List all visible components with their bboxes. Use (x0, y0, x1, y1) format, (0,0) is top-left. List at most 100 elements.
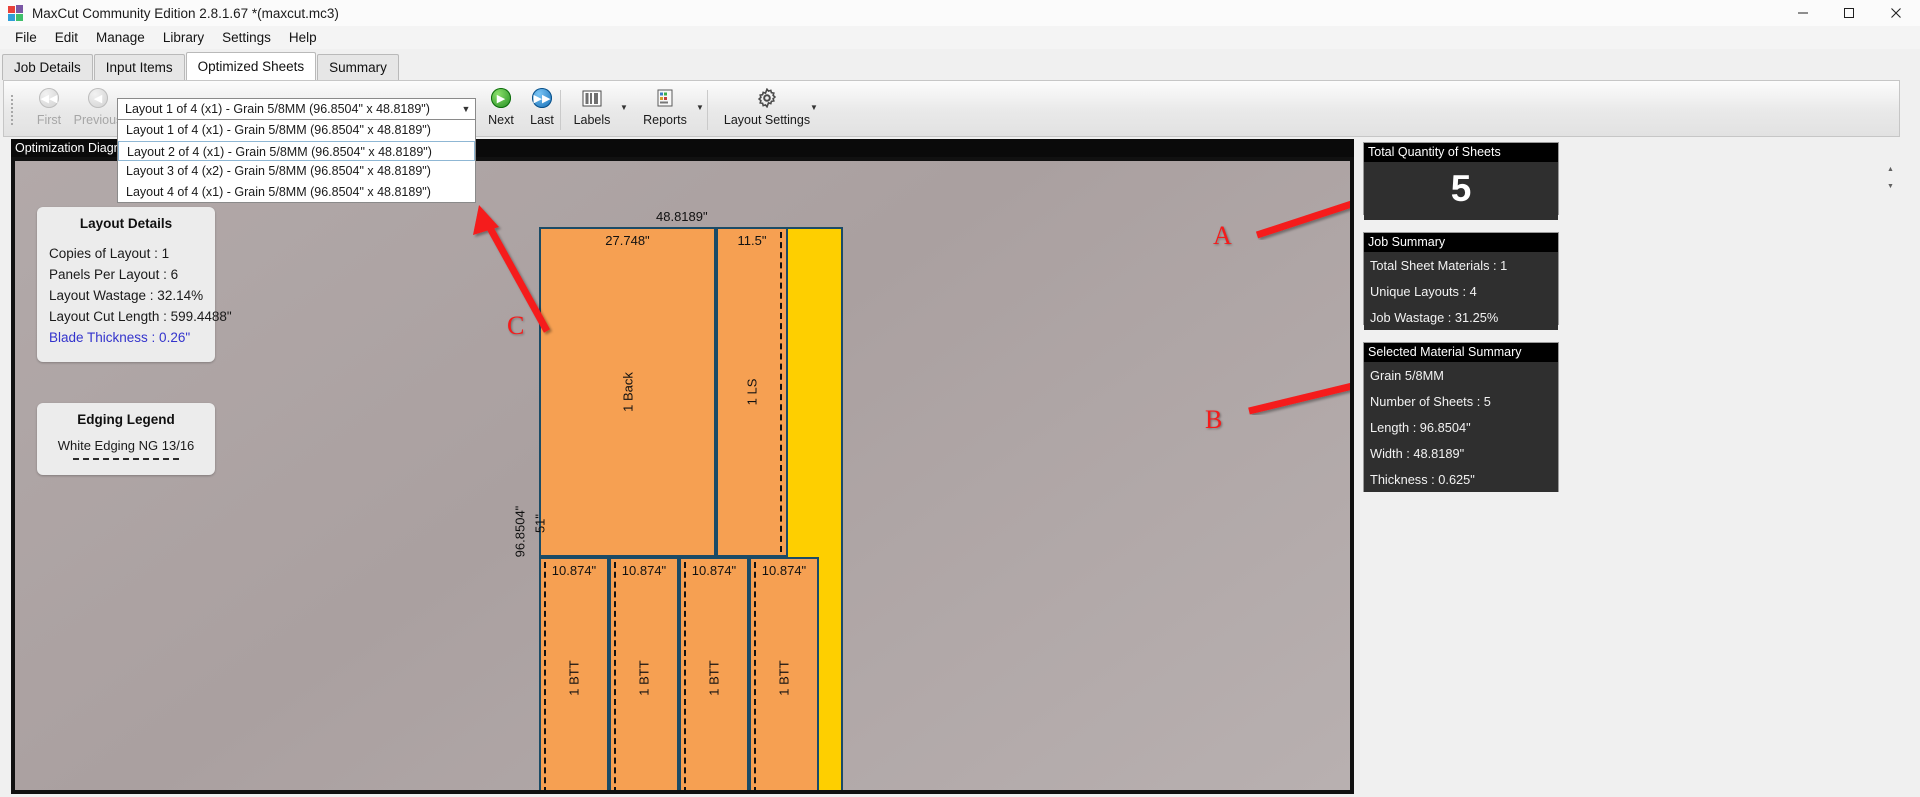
material-name-row: Grain 5/8MM (1370, 368, 1444, 383)
layout-option-4[interactable]: Layout 4 of 4 (x1) - Grain 5/8MM (96.850… (118, 182, 475, 203)
panel-2-ls[interactable]: 11.5" 1 LS (716, 227, 788, 557)
minimize-button[interactable] (1780, 0, 1826, 26)
tab-input-items[interactable]: Input Items (93, 54, 185, 80)
panel-3-dimension: 10.874" (551, 563, 597, 578)
panel-3-edging-dash-icon (544, 562, 546, 790)
first-arrow-icon: ◀◀ (39, 85, 59, 111)
close-button[interactable] (1872, 0, 1920, 26)
thickness-row: Thickness : 0.625" (1370, 472, 1475, 487)
tab-summary[interactable]: Summary (317, 54, 399, 80)
menu-bar: File Edit Manage Library Settings Help (0, 26, 1920, 49)
panel-1-name: 1 Back (620, 372, 635, 412)
total-quantity-value: 5 (1450, 168, 1472, 209)
layout-settings-dropdown-arrow-icon[interactable]: ▼ (810, 103, 818, 112)
job-wastage-row: Job Wastage : 31.25% (1370, 310, 1499, 325)
panel-5-edging-dash-icon (684, 562, 686, 790)
layout-cut-length-row: Layout Cut Length : 599.4488" (49, 309, 232, 324)
reports-label: Reports (643, 113, 687, 127)
next-label: Next (488, 113, 514, 127)
sheet-width-dimension: 48.8189" (656, 209, 708, 224)
edging-legend-item: White Edging NG 13/16 (57, 438, 195, 453)
gear-icon (757, 85, 777, 111)
material-summary-title: Selected Material Summary (1364, 343, 1558, 362)
labels-icon (582, 85, 602, 111)
last-label: Last (530, 113, 554, 127)
edging-legend-dash-icon (73, 458, 179, 460)
panel-4-name: 1 BTT (636, 659, 652, 696)
width-row: Width : 48.8189" (1370, 446, 1465, 461)
panel-5-name: 1 BTT (706, 659, 722, 696)
panel-4-btt[interactable]: 10.874" 1 BTT (609, 557, 679, 790)
last-arrow-icon: ▶▶ (532, 85, 552, 111)
menu-file[interactable]: File (6, 28, 46, 47)
layout-details-card: Layout Details Copies of Layout : 1 Pane… (37, 207, 232, 362)
maximize-button[interactable] (1826, 0, 1872, 26)
previous-label: Previous (73, 113, 123, 127)
layout-details-title: Layout Details (79, 216, 173, 231)
layout-select-value: Layout 1 of 4 (x1) - Grain 5/8MM (96.850… (125, 102, 430, 116)
menu-manage[interactable]: Manage (87, 28, 154, 47)
sheet-length-dimension: 96.8504" (512, 505, 528, 558)
material-summary-panel: Selected Material Summary Grain 5/8MM Nu… (1363, 342, 1559, 492)
labels-dropdown-arrow-icon[interactable]: ▼ (620, 103, 628, 112)
layout-option-3[interactable]: Layout 3 of 4 (x2) - Grain 5/8MM (96.850… (118, 161, 475, 182)
toolbar-grip[interactable] (11, 93, 15, 127)
total-quantity-title: Total Quantity of Sheets (1364, 143, 1558, 162)
application-window: MaxCut Community Edition 2.8.1.67 *(maxc… (0, 0, 1920, 797)
tab-strip: Job Details Input Items Optimized Sheets… (0, 49, 1920, 80)
panel-6-name: 1 BTT (776, 659, 792, 696)
job-summary-body: Total Sheet Materials : 1 Unique Layouts… (1364, 252, 1558, 330)
summary-sidebar: Total Quantity of Sheets 5 Job Summary T… (1363, 139, 1559, 794)
total-quantity-panel: Total Quantity of Sheets 5 (1363, 142, 1559, 220)
annotation-letter-a: A (1213, 221, 1232, 250)
reports-icon (656, 85, 674, 111)
edging-legend-title: Edging Legend (77, 412, 175, 427)
layout-select[interactable]: Layout 1 of 4 (x1) - Grain 5/8MM (96.850… (117, 98, 476, 120)
window-controls (1780, 0, 1920, 26)
menu-library[interactable]: Library (154, 28, 213, 47)
annotation-letter-c: C (507, 311, 525, 340)
menu-settings[interactable]: Settings (213, 28, 280, 47)
annotation-arrow-a (1255, 200, 1350, 239)
panel-6-btt[interactable]: 10.874" 1 BTT (749, 557, 819, 790)
layout-option-2[interactable]: Layout 2 of 4 (x1) - Grain 5/8MM (96.850… (118, 140, 475, 161)
panel-5-btt[interactable]: 10.874" 1 BTT (679, 557, 749, 790)
copies-of-layout-row: Copies of Layout : 1 (49, 246, 170, 261)
number-of-sheets-row: Number of Sheets : 5 (1370, 394, 1491, 409)
panel-2-dimension: 11.5" (737, 233, 767, 248)
layout-select-dropdown[interactable]: Layout 1 of 4 (x1) - Grain 5/8MM (96.850… (117, 120, 476, 203)
labels-button[interactable]: Labels (560, 85, 624, 133)
previous-arrow-icon: ◀ (88, 85, 108, 111)
panel-5-dimension: 10.874" (691, 563, 737, 578)
total-sheet-materials-row: Total Sheet Materials : 1 (1370, 258, 1508, 273)
total-quantity-body: 5 (1364, 162, 1558, 220)
title-bar: MaxCut Community Edition 2.8.1.67 *(maxc… (0, 0, 1920, 26)
menu-edit[interactable]: Edit (46, 28, 87, 47)
tab-job-details[interactable]: Job Details (2, 54, 93, 80)
length-row: Length : 96.8504" (1370, 420, 1471, 435)
layout-wastage-row: Layout Wastage : 32.14% (49, 288, 204, 303)
job-summary-panel: Job Summary Total Sheet Materials : 1 Un… (1363, 232, 1559, 330)
optimization-diagram-pane: Optimization Diagram Layout Details Copi… (11, 139, 1354, 794)
layout-settings-label: Layout Settings (723, 113, 811, 127)
main-content: Optimization Diagram Layout Details Copi… (3, 139, 1900, 794)
menu-help[interactable]: Help (280, 28, 326, 47)
layout-settings-button[interactable]: Layout Settings (707, 85, 827, 133)
labels-label: Labels (573, 113, 611, 127)
panel-1-back[interactable]: 27.748" 1 Back (539, 227, 716, 557)
panel-4-edging-dash-icon (614, 562, 616, 790)
job-summary-title: Job Summary (1364, 233, 1558, 252)
layout-option-1[interactable]: Layout 1 of 4 (x1) - Grain 5/8MM (96.850… (118, 120, 475, 141)
reports-dropdown-arrow-icon[interactable]: ▼ (696, 103, 704, 112)
blade-thickness-row[interactable]: Blade Thickness : 0.26" (37, 324, 215, 345)
next-arrow-icon: ▶ (491, 85, 511, 111)
panel-3-btt[interactable]: 10.874" 1 BTT (539, 557, 609, 790)
edging-legend-card: Edging Legend White Edging NG 13/16 (37, 403, 215, 475)
app-logo-icon (8, 5, 24, 21)
chevron-down-icon[interactable]: ▼ (457, 104, 475, 114)
tab-optimized-sheets[interactable]: Optimized Sheets (185, 52, 317, 80)
annotation-arrow-b (1248, 383, 1350, 415)
reports-button[interactable]: Reports (629, 85, 701, 133)
diagram-canvas[interactable]: Layout Details Copies of Layout : 1 Pane… (11, 157, 1354, 794)
unique-layouts-row: Unique Layouts : 4 (1370, 284, 1477, 299)
